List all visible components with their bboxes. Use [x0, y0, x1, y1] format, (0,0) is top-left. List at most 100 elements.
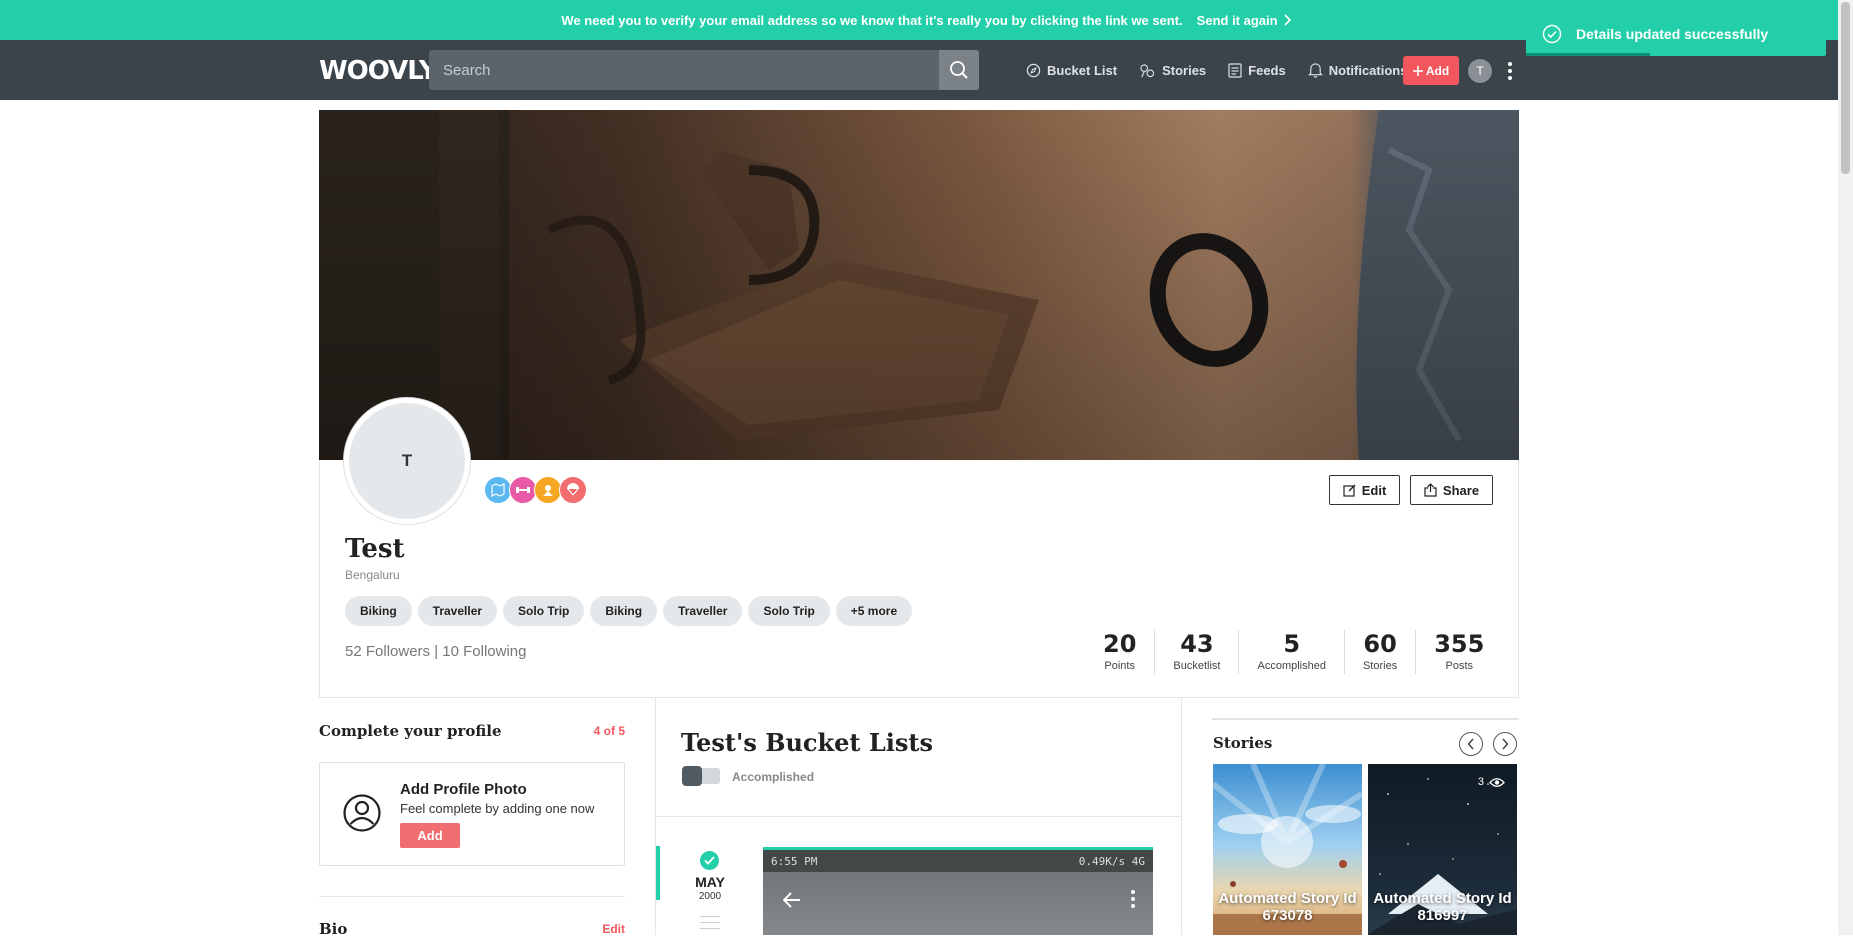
followers-following[interactable]: 52 Followers | 10 Following	[345, 643, 526, 660]
stat-accomplished[interactable]: 5 Accomplished	[1239, 630, 1345, 674]
scrollbar-thumb[interactable]	[1841, 2, 1850, 174]
check-icon	[700, 851, 719, 870]
accomplished-toggle[interactable]	[682, 766, 720, 786]
share-icon	[1424, 483, 1437, 497]
woovly-logo[interactable]: WOOVLY	[319, 56, 438, 86]
toast-message: Details updated successfully	[1576, 26, 1769, 42]
bucket-lists-title: Test's Bucket Lists	[681, 728, 933, 757]
chevron-left-icon	[1467, 738, 1474, 750]
timeline-lines	[700, 916, 720, 934]
stories-title: Stories	[1213, 734, 1273, 752]
nav-feeds-label: Feeds	[1248, 62, 1286, 78]
parachute-badge-icon[interactable]	[559, 476, 587, 504]
stat-label: Posts	[1445, 660, 1474, 672]
send-again-link[interactable]: Send it again	[1197, 13, 1292, 28]
entry-year: 2000	[698, 891, 722, 902]
toggle-knob	[682, 766, 702, 786]
bio-edit-link[interactable]: Edit	[602, 922, 625, 936]
complete-profile-title: Complete your profile	[319, 722, 502, 740]
complete-profile-progress: 4 of 5	[593, 724, 625, 738]
stat-label: Stories	[1362, 660, 1398, 672]
stories-next-button[interactable]	[1493, 732, 1517, 756]
more-menu-icon[interactable]	[1505, 58, 1515, 84]
stat-label: Bucketlist	[1173, 660, 1221, 672]
bucket-entry-image[interactable]: 6:55 PM 0.49K/s 4G	[763, 847, 1153, 935]
profile-avatar[interactable]: T	[344, 398, 470, 524]
stories-section: Stories Automated Story Id 673078 3 Auto…	[1212, 698, 1519, 935]
add-photo-title: Add Profile Photo	[400, 781, 527, 798]
nav-stories-label: Stories	[1162, 62, 1207, 78]
story-card[interactable]: Automated Story Id 673078	[1213, 764, 1362, 935]
cover-photo	[319, 110, 1519, 460]
add-photo-button[interactable]: Add	[400, 823, 460, 848]
more-tags-button[interactable]: +5 more	[835, 596, 913, 626]
edit-icon	[1343, 484, 1356, 497]
phone-status-bar: 6:55 PM 0.49K/s 4G	[763, 850, 1153, 872]
story-views: 3	[1478, 776, 1505, 788]
accomplished-toggle-label: Accomplished	[732, 770, 815, 784]
interest-tag[interactable]: Traveller	[417, 596, 498, 626]
interest-tag[interactable]: Solo Trip	[748, 596, 830, 626]
verify-email-message: We need you to verify your email address…	[561, 12, 1183, 28]
story-card[interactable]: 3 Automated Story Id 816997	[1368, 764, 1517, 935]
nav-links: Bucket List Stories Feeds Notifications	[1026, 40, 1407, 100]
profile-name: Test	[345, 534, 405, 564]
search-input[interactable]	[429, 50, 939, 90]
nav-stories[interactable]: Stories	[1139, 63, 1206, 78]
send-again-label: Send it again	[1196, 12, 1278, 28]
add-profile-photo-card: Add Profile Photo Feel complete by addin…	[319, 762, 625, 866]
fitness-badge-icon[interactable]	[509, 476, 537, 504]
nav-notifications-label: Notifications	[1328, 62, 1408, 78]
compass-icon	[1026, 63, 1041, 77]
share-profile-button[interactable]: Share	[1410, 475, 1493, 505]
feeds-icon	[1228, 62, 1242, 78]
search-bar	[429, 50, 979, 90]
nav-feeds[interactable]: Feeds	[1228, 63, 1286, 78]
divider	[319, 896, 625, 897]
stat-label: Points	[1104, 660, 1135, 672]
share-profile-label: Share	[1442, 482, 1480, 498]
profile-location: Bengaluru	[345, 568, 400, 582]
phone-more-icon	[1131, 890, 1135, 908]
nav-bucket-list[interactable]: Bucket List	[1026, 63, 1117, 78]
interest-tag[interactable]: Traveller	[663, 596, 743, 626]
interest-tags: Biking Traveller Solo Trip Biking Travel…	[345, 596, 913, 626]
plus-icon	[1412, 65, 1423, 76]
add-photo-subtitle: Feel complete by adding one now	[400, 801, 595, 816]
nav-notifications[interactable]: Notifications	[1307, 62, 1408, 78]
stat-points[interactable]: 20 Points	[1085, 630, 1156, 674]
phone-screen	[763, 872, 1153, 935]
edit-profile-button[interactable]: Edit	[1329, 475, 1400, 505]
phone-status-icons: 0.49K/s 4G	[1078, 854, 1145, 868]
page-scrollbar[interactable]	[1838, 0, 1853, 935]
story-title: Automated Story Id 816997	[1373, 890, 1512, 924]
stat-label: Accomplished	[1257, 660, 1326, 672]
stat-value: 355	[1434, 630, 1485, 658]
search-button[interactable]	[939, 50, 979, 90]
story-view-count: 3	[1477, 776, 1484, 788]
stat-value: 60	[1363, 630, 1397, 658]
bio-title: Bio	[319, 920, 348, 938]
toast-progress-bar	[1526, 53, 1650, 56]
check-circle-icon	[1542, 24, 1562, 44]
nav-bucket-list-label: Bucket List	[1047, 62, 1118, 78]
interest-tag[interactable]: Biking	[590, 596, 658, 626]
interest-tag[interactable]: Biking	[345, 596, 412, 626]
add-button[interactable]: Add	[1403, 56, 1459, 85]
add-button-label: Add	[1425, 63, 1450, 78]
timeline-marker	[656, 846, 660, 900]
eye-icon	[1489, 777, 1505, 787]
interest-tag[interactable]: Solo Trip	[503, 596, 585, 626]
divider	[1212, 718, 1519, 720]
travel-badge-icon[interactable]	[534, 476, 562, 504]
edit-profile-label: Edit	[1361, 482, 1387, 498]
stat-posts[interactable]: 355 Posts	[1416, 630, 1484, 674]
back-arrow-icon	[783, 892, 800, 908]
stat-stories[interactable]: 60 Stories	[1345, 630, 1417, 674]
map-badge-icon[interactable]	[484, 476, 512, 504]
success-toast[interactable]: Details updated successfully	[1526, 12, 1826, 56]
stories-prev-button[interactable]	[1459, 732, 1483, 756]
stat-value: 20	[1103, 630, 1137, 658]
user-avatar[interactable]: T	[1468, 59, 1492, 83]
stat-bucketlist[interactable]: 43 Bucketlist	[1155, 630, 1240, 674]
